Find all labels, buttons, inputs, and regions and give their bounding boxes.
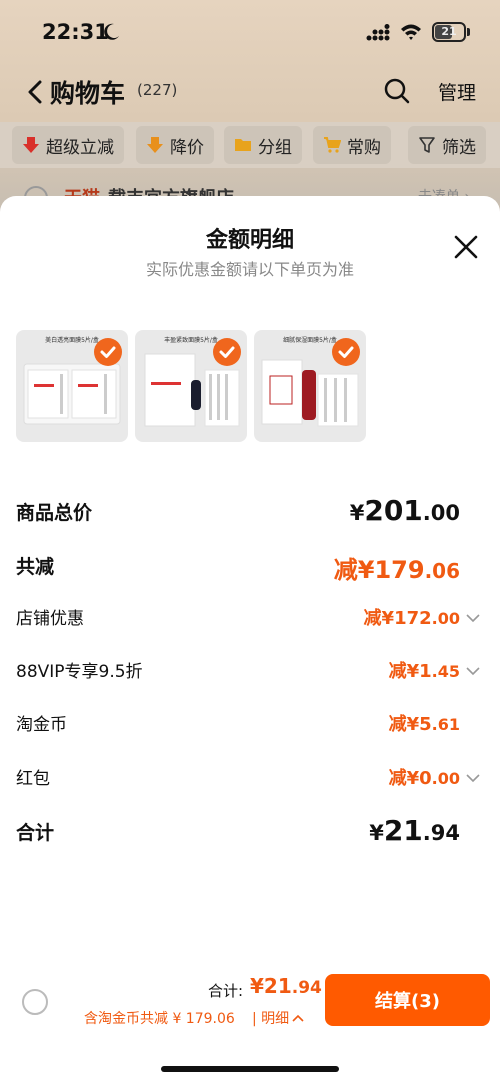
filter-label: 超级立减 [46,137,114,158]
amount-integer: 172 [394,608,432,629]
store-discount-value: 减¥172.00 [364,604,460,630]
battery-icon: 21 [432,22,466,42]
subtotal-row: 商品总价 ¥201.00 [16,494,484,534]
filter-frequent[interactable]: 常购 [313,126,391,164]
cart-count: (227) [137,81,178,99]
currency-symbol: ¥ [349,501,365,525]
subtotal-label: 商品总价 [16,502,93,524]
discount-prefix: 减¥ [388,661,420,682]
chevron-down-icon[interactable] [466,773,480,783]
chevron-down-icon[interactable] [466,666,480,676]
filter-price-drop[interactable]: 降价 [136,126,214,164]
moon-icon [104,23,119,40]
status-time: 22:31 [42,20,109,44]
detail-toggle-label: | 明细 [252,1011,290,1027]
total-discount-value: 减¥179.06 [334,550,460,585]
coin-discount-label: 淘金币 [16,715,67,735]
filter-super-discount[interactable]: 超级立减 [12,126,124,164]
amount-cents: .94 [422,821,460,845]
home-indicator [161,1066,339,1072]
nav-bar: 购物车 (227) 管理 [0,66,500,116]
filter-label: 常购 [347,137,381,158]
detail-toggle[interactable]: | 明细 [252,1008,304,1028]
coin-discount-note: 含淘金币共减 ¥ 179.06 [84,1011,235,1027]
back-arrow-icon[interactable] [26,80,44,104]
discount-prefix: 减¥ [333,556,375,584]
filter-label: 分组 [258,137,292,158]
close-icon[interactable] [453,234,479,260]
down-arrow-icon [23,137,39,153]
status-bar: 22:31 21 [0,0,500,66]
amount-integer: 0 [419,768,432,789]
chevron-up-icon [292,1014,304,1022]
currency-symbol: ¥ [250,974,264,998]
amount-cents: .06 [424,559,460,583]
grand-total-label: 合计 [16,822,55,844]
filter-label: 筛选 [442,137,476,158]
coin-discount-row: 淘金币 减¥5.61 [16,710,484,740]
vip-discount-value: 减¥1.45 [389,657,460,683]
page-title: 购物车 [50,79,126,108]
chevron-down-icon[interactable] [466,613,480,623]
grand-total-row: 合计 ¥21.94 [16,814,484,854]
folder-icon [235,139,251,151]
filter-bar: 超级立减 降价 分组 常购 筛选 [0,122,500,168]
currency-symbol: ¥ [369,821,384,845]
red-packet-value: 减¥0.00 [389,764,460,790]
battery-tip [467,28,470,36]
search-icon[interactable] [384,78,410,104]
filter-screen[interactable]: 筛选 [408,126,486,164]
amount-integer: 21 [263,974,292,998]
price-drop-icon [147,137,163,153]
grand-total-value: ¥21.94 [369,814,460,847]
footer-total-value: ¥21.94 [250,974,322,998]
amount-cents: .45 [431,662,460,681]
amount-cents: .61 [431,715,460,734]
amount-detail-sheet: 金额明细 实际优惠金额请以下单页为准 美白透亮面膜5片/盒 丰盈紧致面膜5片/盒 [0,196,500,1082]
amount-integer: 1 [419,661,432,682]
discount-prefix: 减¥ [388,768,420,789]
subtotal-value: ¥201.00 [350,494,460,527]
total-discount-label: 共减 [16,556,55,578]
store-discount-label: 店铺优惠 [16,609,84,629]
amount-integer: 179 [374,556,425,584]
sheet-subtitle: 实际优惠金额请以下单页为准 [145,260,354,279]
red-packet-row[interactable]: 红包 减¥0.00 [16,764,484,794]
checkmark-icon [213,338,241,366]
filter-group[interactable]: 分组 [224,126,302,164]
footer-total-label: 合计: [208,982,244,1000]
battery-level: 21 [441,25,457,38]
checkmark-icon [332,338,360,366]
product-thumbnail[interactable]: 细腻保湿面膜5片/盒 [254,330,366,442]
filter-label: 降价 [170,137,204,158]
store-discount-row[interactable]: 店铺优惠 减¥172.00 [16,604,484,634]
product-thumbnail[interactable]: 美白透亮面膜5片/盒 [16,330,128,442]
manage-button[interactable]: 管理 [438,78,476,105]
coin-discount-value: 减¥5.61 [389,710,460,736]
amount-cents: .00 [422,501,460,525]
amount-integer: 21 [383,814,423,847]
checkout-button[interactable]: 结算(3) [325,974,490,1026]
discount-prefix: 减¥ [388,714,420,735]
filter-icon [419,137,435,153]
amount-integer: 5 [419,714,432,735]
vip-discount-label: 88VIP专享9.5折 [16,662,143,682]
amount-cents: .00 [431,769,460,788]
product-thumbnail[interactable]: 丰盈紧致面膜5片/盒 [135,330,247,442]
wifi-icon [401,24,421,40]
sheet-title: 金额明细 [205,228,294,253]
amount-cents: .00 [431,609,460,628]
red-packet-label: 红包 [16,769,50,789]
amount-integer: 201 [364,494,423,527]
cart-icon [324,137,341,153]
checkmark-icon [94,338,122,366]
vip-discount-row[interactable]: 88VIP专享9.5折 减¥1.45 [16,657,484,687]
total-discount-row: 共减 减¥179.06 [16,552,484,588]
signal-icon [366,24,390,41]
discount-prefix: 减¥ [363,608,395,629]
select-all-checkbox[interactable] [22,989,48,1015]
amount-cents: .94 [291,978,322,998]
